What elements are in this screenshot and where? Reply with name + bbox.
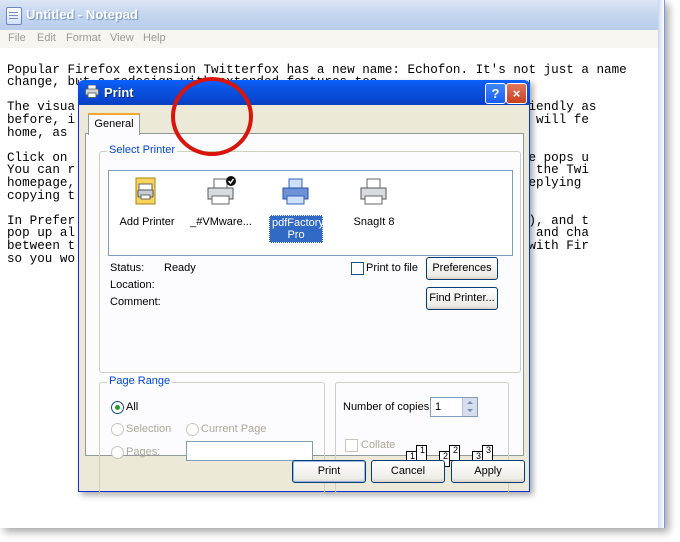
notepad-menu-bar: File Edit Format View Help — [0, 30, 664, 48]
menu-edit[interactable]: Edit — [37, 32, 56, 44]
all-label: All — [126, 401, 139, 413]
find-printer-button[interactable]: Find Printer... — [426, 287, 498, 310]
general-tab-panel: Select Printer Add Printer _#VMware... p… — [85, 133, 524, 494]
print-dialog-title-bar[interactable]: Print ? × — [78, 80, 530, 105]
menu-help[interactable]: Help — [143, 32, 166, 44]
status-label: Status: — [110, 262, 145, 274]
location-label: Location: — [110, 279, 155, 291]
current-page-radio[interactable] — [186, 423, 199, 436]
menu-format[interactable]: Format — [66, 32, 101, 44]
pages-input[interactable] — [186, 441, 313, 461]
apply-button[interactable]: Apply — [451, 460, 525, 483]
highlight-circle — [171, 77, 253, 156]
collate-page: 2 — [449, 445, 460, 461]
number-of-copies-label: Number of copies: — [343, 401, 433, 413]
notepad-title: Untitled - Notepad — [26, 7, 138, 22]
page-range-label: Page Range — [107, 375, 173, 387]
selection-label: Selection — [126, 423, 172, 435]
status-value: Ready — [164, 262, 196, 274]
notepad-title-bar[interactable]: Untitled - Notepad — [0, 0, 664, 30]
print-button[interactable]: Print — [292, 460, 366, 483]
print-dialog-title: Print — [104, 85, 134, 100]
spinner-arrows-icon[interactable] — [462, 398, 477, 416]
select-printer-label: Select Printer — [107, 144, 178, 156]
notepad-icon — [6, 7, 22, 25]
comment-label: Comment: — [110, 296, 161, 308]
help-button[interactable]: ? — [485, 83, 506, 104]
printer-label: Add Printer — [119, 216, 175, 228]
printer-item-pdffactory-pro[interactable]: pdfFactory Pro — [261, 175, 331, 243]
pages-label: Pages: — [126, 446, 161, 458]
printer-item-add-printer[interactable]: Add Printer — [112, 175, 182, 229]
collate-checkbox[interactable] — [345, 439, 358, 452]
collate-page: 3 — [482, 445, 493, 461]
printer-small-icon — [85, 85, 99, 98]
menu-file[interactable]: File — [8, 32, 26, 44]
copies-value: 1 — [435, 401, 442, 413]
print-dialog: Print ? × General Select Printer Add Pri… — [78, 80, 530, 494]
printer-label: pdfFactory Pro — [269, 215, 324, 243]
notepad-scrollbar-edge — [658, 0, 664, 528]
menu-view[interactable]: View — [110, 32, 134, 44]
close-button[interactable]: × — [506, 83, 527, 104]
collate-page: 1 — [416, 445, 427, 461]
print-to-file-label: Print to file — [366, 262, 418, 274]
spinner-up-icon[interactable] — [467, 401, 473, 404]
collate-label: Collate — [361, 439, 396, 451]
copies-spinner[interactable]: 1 — [430, 397, 478, 417]
pages-radio[interactable] — [111, 446, 124, 459]
preferences-button[interactable]: Preferences — [426, 257, 498, 280]
printer-item-snagit-8[interactable]: SnagIt 8 — [339, 175, 409, 229]
current-page-label: Current Page — [201, 423, 267, 435]
printer-icon — [360, 178, 387, 205]
print-to-file-checkbox[interactable] — [351, 262, 364, 275]
select-printer-group: Select Printer Add Printer _#VMware... p… — [99, 144, 521, 373]
printer-default-icon — [207, 176, 236, 205]
printer-list[interactable]: Add Printer _#VMware... pdfFactory Pro S… — [108, 170, 513, 256]
spinner-down-icon[interactable] — [467, 409, 473, 412]
tab-general[interactable]: General — [88, 113, 140, 135]
printer-label: _#VMware... — [190, 216, 252, 228]
selection-radio[interactable] — [111, 423, 124, 436]
all-radio[interactable] — [111, 401, 124, 414]
printer-item-vmware[interactable]: _#VMware... — [186, 175, 256, 229]
printer-label: SnagIt 8 — [353, 216, 395, 228]
add-printer-icon — [135, 177, 156, 205]
cancel-button[interactable]: Cancel — [371, 460, 445, 483]
printer-icon — [282, 178, 309, 205]
